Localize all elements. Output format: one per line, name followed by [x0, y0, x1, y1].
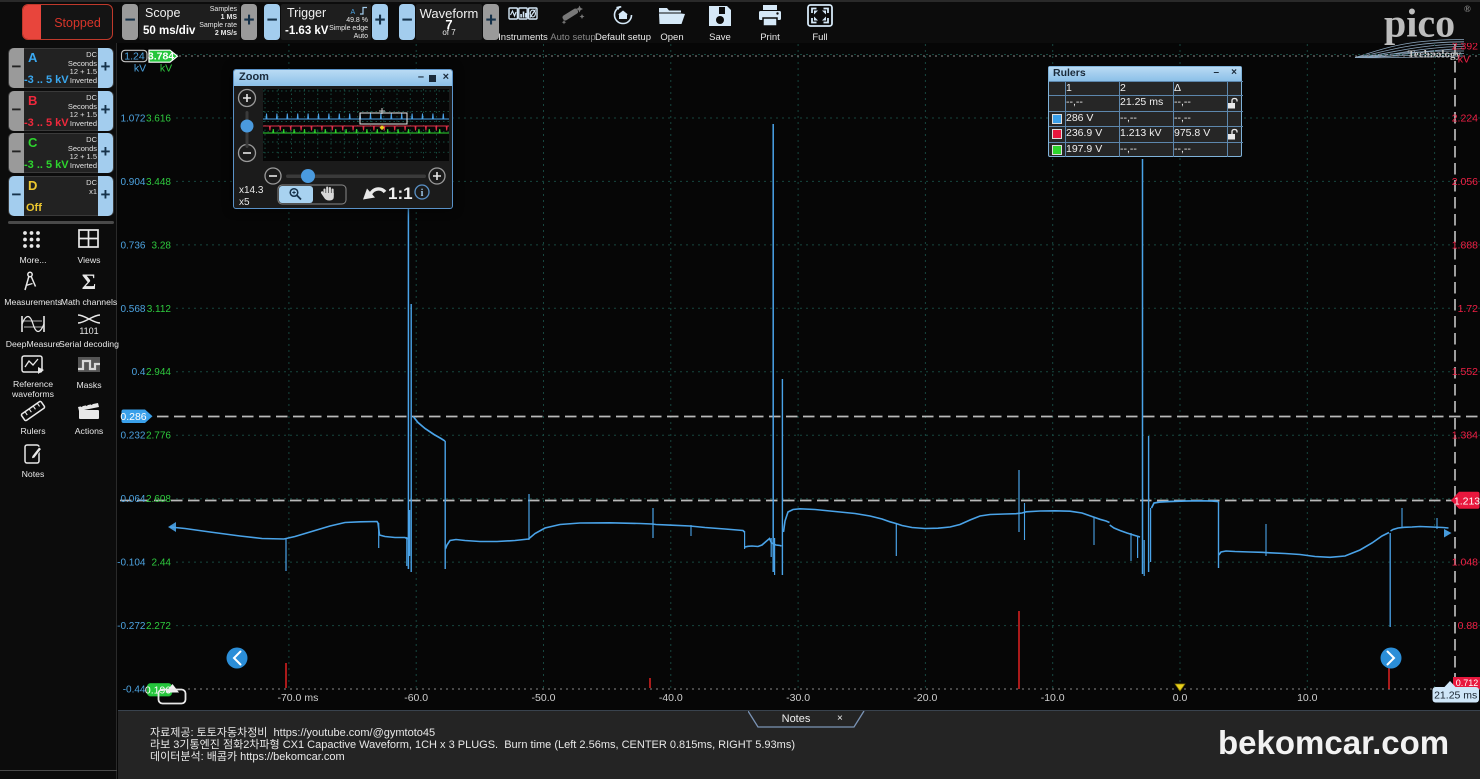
svg-text:1.384: 1.384 [1452, 430, 1478, 442]
svg-text:-0.104: -0.104 [117, 558, 146, 569]
svg-text:2.392: 2.392 [1452, 43, 1478, 53]
svg-text:®: ® [1464, 4, 1471, 14]
svg-text:kV: kV [134, 63, 146, 75]
svg-text:1.24: 1.24 [124, 51, 145, 63]
svg-text:0.0: 0.0 [1173, 692, 1188, 704]
svg-text:2.776: 2.776 [146, 431, 171, 442]
svg-text:0.712: 0.712 [1456, 678, 1479, 688]
svg-text:-0.44: -0.44 [123, 685, 146, 696]
svg-text:3.112: 3.112 [147, 304, 172, 315]
svg-text:-0.272: -0.272 [117, 621, 146, 632]
svg-text:x5: x5 [239, 197, 250, 208]
svg-text:1.552: 1.552 [1452, 366, 1478, 378]
svg-text:0.286: 0.286 [120, 411, 146, 423]
svg-text:-40.0: -40.0 [659, 692, 683, 704]
svg-text:2.944: 2.944 [146, 367, 171, 378]
svg-text:-20.0: -20.0 [913, 692, 937, 704]
svg-text:0.904: 0.904 [120, 177, 145, 188]
svg-text:i: i [421, 188, 424, 199]
svg-text:2.44: 2.44 [152, 558, 172, 569]
svg-text:-10.0: -10.0 [1041, 692, 1065, 704]
svg-text:2.224: 2.224 [1452, 113, 1478, 125]
svg-text:kV: kV [1458, 54, 1470, 66]
svg-text:2.608: 2.608 [146, 494, 171, 505]
svg-text:1101: 1101 [79, 326, 98, 336]
svg-text:0.064: 0.064 [120, 494, 145, 505]
svg-text:2.272: 2.272 [146, 621, 171, 632]
svg-text:x14.3: x14.3 [239, 185, 264, 196]
svg-text:10.0: 10.0 [1297, 692, 1318, 704]
svg-text:1.048: 1.048 [1452, 557, 1478, 569]
svg-text:3.28: 3.28 [152, 240, 172, 251]
svg-text:0.568: 0.568 [120, 304, 145, 315]
svg-text:-70.0 ms: -70.0 ms [277, 692, 318, 704]
svg-text:0.88: 0.88 [1458, 620, 1479, 632]
svg-text:kV: kV [160, 63, 172, 75]
svg-text:2.056: 2.056 [1452, 176, 1478, 188]
svg-text:0.4: 0.4 [132, 367, 146, 378]
svg-text:-60.0: -60.0 [404, 692, 428, 704]
svg-text:1.072: 1.072 [120, 114, 145, 125]
svg-text:1.72: 1.72 [1458, 303, 1479, 315]
svg-text:0.232: 0.232 [120, 431, 145, 442]
svg-text:Σ: Σ [82, 270, 96, 294]
svg-text:pico: pico [1384, 1, 1455, 46]
svg-text:-30.0: -30.0 [786, 692, 810, 704]
svg-text:1.888: 1.888 [1452, 239, 1478, 251]
svg-text:1:1: 1:1 [388, 184, 413, 203]
svg-text:-50.0: -50.0 [532, 692, 556, 704]
svg-text:1.213: 1.213 [1454, 495, 1480, 507]
svg-text:3.448: 3.448 [146, 177, 171, 188]
svg-text:0.736: 0.736 [120, 240, 145, 251]
svg-text:3.784: 3.784 [148, 51, 174, 63]
svg-text:21.25 ms: 21.25 ms [1434, 690, 1477, 702]
svg-text:3.616: 3.616 [146, 114, 171, 125]
